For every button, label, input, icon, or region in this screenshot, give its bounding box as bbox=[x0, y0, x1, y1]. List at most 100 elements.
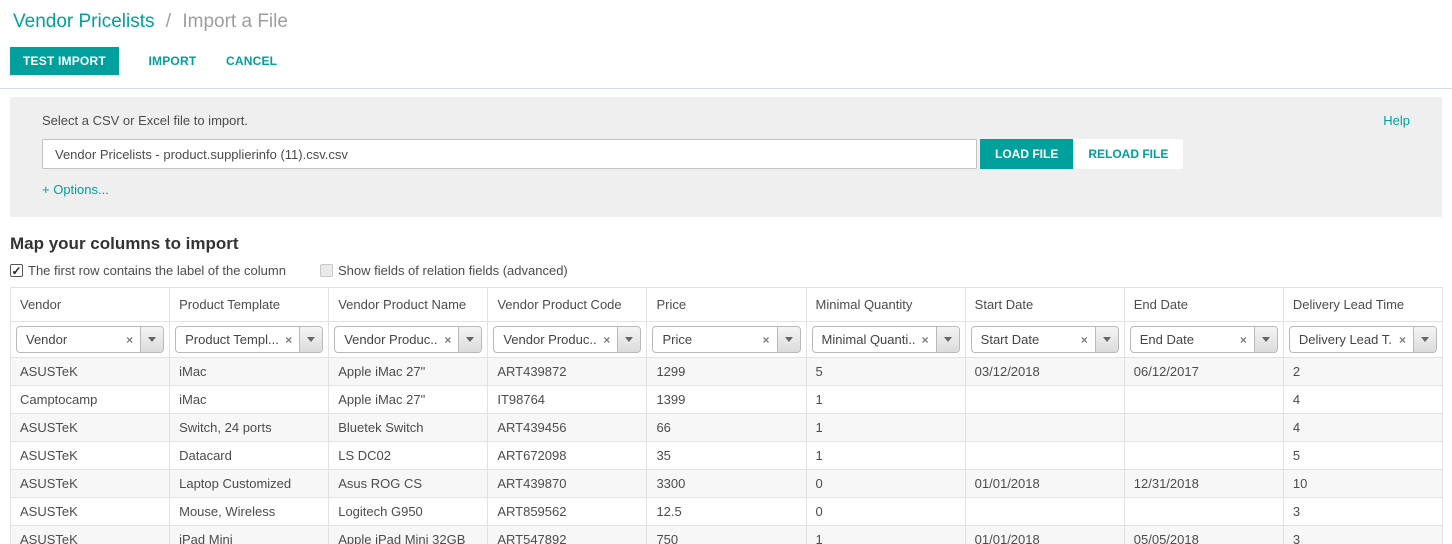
table-cell: ART439456 bbox=[488, 414, 647, 442]
header-row: VendorProduct TemplateVendor Product Nam… bbox=[11, 288, 1443, 322]
column-mapping-select[interactable]: Price × bbox=[652, 326, 800, 353]
help-link[interactable]: Help bbox=[1383, 113, 1410, 128]
reload-file-button[interactable]: RELOAD FILE bbox=[1073, 139, 1183, 169]
selected-field-label: Product Templ... bbox=[176, 332, 278, 347]
chevron-down-icon[interactable] bbox=[1413, 327, 1436, 352]
test-import-button[interactable]: TEST IMPORT bbox=[10, 47, 119, 75]
table-cell: Asus ROG CS bbox=[329, 470, 488, 498]
column-mapping-select[interactable]: Minimal Quanti... × bbox=[812, 326, 960, 353]
selected-field-label: End Date bbox=[1131, 332, 1233, 347]
table-cell: iPad Mini bbox=[170, 526, 329, 544]
chevron-down-icon[interactable] bbox=[936, 327, 959, 352]
table-cell bbox=[965, 414, 1124, 442]
first-row-checkbox[interactable]: ✓ bbox=[10, 264, 23, 277]
column-header: Product Template bbox=[170, 288, 329, 322]
column-header: Minimal Quantity bbox=[806, 288, 965, 322]
table-cell: iMac bbox=[170, 386, 329, 414]
table-cell: ART859562 bbox=[488, 498, 647, 526]
clear-selection-icon[interactable]: × bbox=[278, 333, 299, 347]
breadcrumb-separator: / bbox=[166, 11, 171, 32]
chevron-down-icon[interactable] bbox=[299, 327, 322, 352]
table-cell: ASUSTeK bbox=[11, 414, 170, 442]
column-mapping-select[interactable]: Vendor × bbox=[16, 326, 164, 353]
chevron-down-icon[interactable] bbox=[1254, 327, 1277, 352]
table-cell: ART439872 bbox=[488, 358, 647, 386]
table-cell: 1 bbox=[806, 526, 965, 544]
select-row: Vendor × Product Templ... × Vendor Produ… bbox=[11, 322, 1443, 358]
table-row: ASUSTeKMouse, WirelessLogitech G950ART85… bbox=[11, 498, 1443, 526]
column-header: Vendor bbox=[11, 288, 170, 322]
table-cell: Datacard bbox=[170, 442, 329, 470]
selected-field-label: Vendor bbox=[17, 332, 119, 347]
column-header: Delivery Lead Time bbox=[1283, 288, 1442, 322]
table-cell bbox=[1124, 498, 1283, 526]
clear-selection-icon[interactable]: × bbox=[915, 333, 936, 347]
table-cell: ART547892 bbox=[488, 526, 647, 544]
column-header: End Date bbox=[1124, 288, 1283, 322]
table-cell: ASUSTeK bbox=[11, 498, 170, 526]
relation-fields-checkbox[interactable] bbox=[320, 264, 333, 277]
table-cell: 4 bbox=[1283, 386, 1442, 414]
table-row: CamptocampiMacApple iMac 27"IT9876413991… bbox=[11, 386, 1443, 414]
table-cell: 12.5 bbox=[647, 498, 806, 526]
chevron-down-icon[interactable] bbox=[777, 327, 800, 352]
table-cell: 01/01/2018 bbox=[965, 526, 1124, 544]
mapping-section-title: Map your columns to import bbox=[10, 234, 1452, 254]
table-cell: 0 bbox=[806, 470, 965, 498]
clear-selection-icon[interactable]: × bbox=[756, 333, 777, 347]
table-cell: 2 bbox=[1283, 358, 1442, 386]
table-cell: 03/12/2018 bbox=[965, 358, 1124, 386]
file-name-input[interactable] bbox=[42, 139, 977, 169]
clear-selection-icon[interactable]: × bbox=[1392, 333, 1413, 347]
column-mapping-select[interactable]: End Date × bbox=[1130, 326, 1278, 353]
cancel-button[interactable]: CANCEL bbox=[226, 54, 277, 68]
table-cell: ASUSTeK bbox=[11, 442, 170, 470]
table-cell: 4 bbox=[1283, 414, 1442, 442]
relation-fields-option[interactable]: Show fields of relation fields (advanced… bbox=[320, 263, 568, 278]
chevron-down-icon[interactable] bbox=[458, 327, 481, 352]
breadcrumb: Vendor Pricelists / Import a File bbox=[0, 0, 1452, 39]
clear-selection-icon[interactable]: × bbox=[119, 333, 140, 347]
first-row-checkbox-label: The first row contains the label of the … bbox=[28, 263, 286, 278]
table-cell: 3 bbox=[1283, 498, 1442, 526]
chevron-down-icon[interactable] bbox=[1095, 327, 1118, 352]
chevron-down-icon[interactable] bbox=[140, 327, 163, 352]
table-cell: 3300 bbox=[647, 470, 806, 498]
column-mapping-table: VendorProduct TemplateVendor Product Nam… bbox=[10, 287, 1443, 544]
chevron-down-icon[interactable] bbox=[617, 327, 640, 352]
table-cell: 35 bbox=[647, 442, 806, 470]
table-cell bbox=[965, 386, 1124, 414]
clear-selection-icon[interactable]: × bbox=[596, 333, 617, 347]
table-row: ASUSTeKSwitch, 24 portsBluetek SwitchART… bbox=[11, 414, 1443, 442]
table-cell: 750 bbox=[647, 526, 806, 544]
table-cell: 5 bbox=[1283, 442, 1442, 470]
table-cell: ART439870 bbox=[488, 470, 647, 498]
mapping-options-row: ✓ The first row contains the label of th… bbox=[10, 263, 1452, 278]
table-cell: ASUSTeK bbox=[11, 526, 170, 544]
import-button[interactable]: IMPORT bbox=[149, 54, 197, 68]
column-mapping-select[interactable]: Vendor Produc... × bbox=[334, 326, 482, 353]
selected-field-label: Delivery Lead T... bbox=[1290, 332, 1392, 347]
table-cell: 66 bbox=[647, 414, 806, 442]
breadcrumb-parent-link[interactable]: Vendor Pricelists bbox=[13, 11, 155, 32]
table-cell: Apple iMac 27" bbox=[329, 386, 488, 414]
table-row: ASUSTeKDatacardLS DC02ART6720983515 bbox=[11, 442, 1443, 470]
column-mapping-select[interactable]: Start Date × bbox=[971, 326, 1119, 353]
options-toggle-link[interactable]: + Options... bbox=[42, 182, 109, 197]
table-cell bbox=[1124, 442, 1283, 470]
load-file-button[interactable]: LOAD FILE bbox=[980, 139, 1073, 169]
table-cell: 5 bbox=[806, 358, 965, 386]
column-mapping-select[interactable]: Delivery Lead T... × bbox=[1289, 326, 1437, 353]
table-cell: Apple iPad Mini 32GB bbox=[329, 526, 488, 544]
table-cell bbox=[1124, 414, 1283, 442]
column-mapping-select[interactable]: Vendor Produc... × bbox=[493, 326, 641, 353]
clear-selection-icon[interactable]: × bbox=[1233, 333, 1254, 347]
file-select-label: Select a CSV or Excel file to import. bbox=[42, 113, 248, 128]
table-row: ASUSTeKiPad MiniApple iPad Mini 32GBART5… bbox=[11, 526, 1443, 544]
first-row-label-option[interactable]: ✓ The first row contains the label of th… bbox=[10, 263, 286, 278]
table-cell: ASUSTeK bbox=[11, 358, 170, 386]
column-mapping-select[interactable]: Product Templ... × bbox=[175, 326, 323, 353]
table-cell: 3 bbox=[1283, 526, 1442, 544]
clear-selection-icon[interactable]: × bbox=[437, 333, 458, 347]
clear-selection-icon[interactable]: × bbox=[1074, 333, 1095, 347]
